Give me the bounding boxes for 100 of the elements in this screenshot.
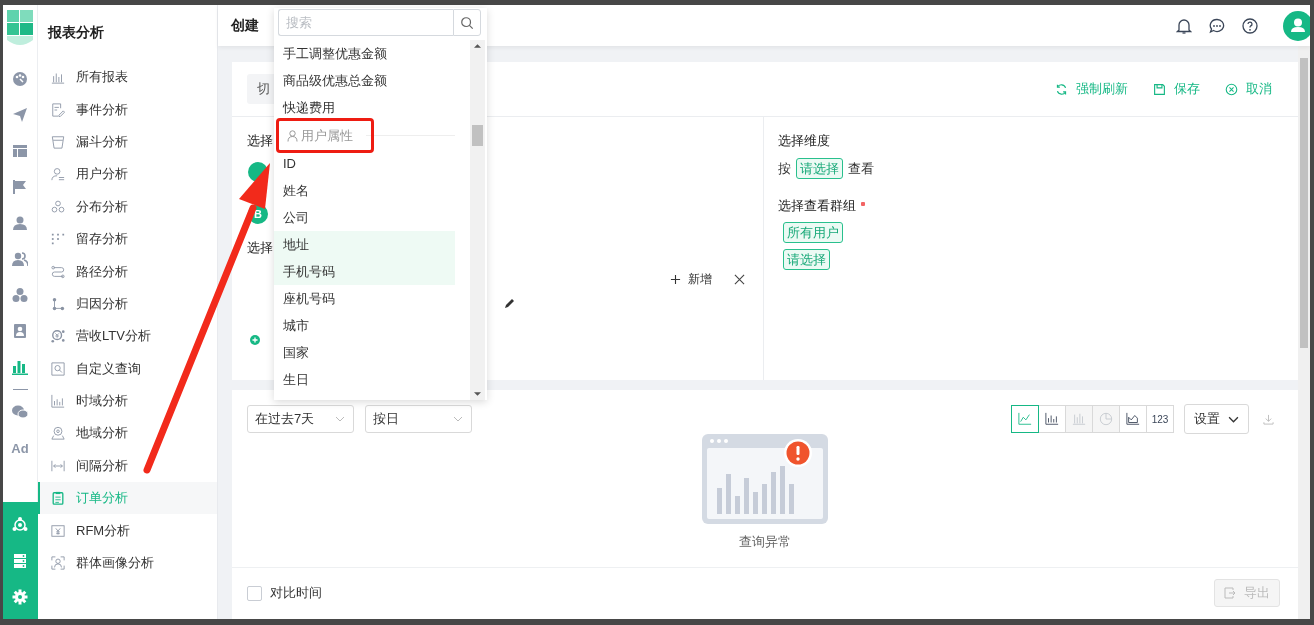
sidebar-item[interactable]: 分布分析 [38, 190, 217, 223]
logo-icon [7, 10, 33, 48]
export-icon [1224, 587, 1236, 599]
sidebar-item[interactable]: 路径分析 [38, 255, 217, 288]
dropdown-option[interactable]: 姓名 [274, 177, 455, 204]
dropdown-option[interactable]: 公司 [274, 204, 455, 231]
select-field[interactable]: 在过去7天 [247, 405, 354, 433]
sidebar-item[interactable]: 用户分析 [38, 158, 217, 191]
dropdown-option[interactable]: 城市 [274, 312, 455, 339]
arrow-up-icon [474, 44, 481, 48]
bell-icon[interactable] [1176, 17, 1192, 34]
dashboard-icon[interactable] [12, 71, 28, 87]
network-icon[interactable] [12, 516, 28, 533]
dropdown-scrollbar[interactable] [470, 40, 485, 400]
chevron-icon [1228, 415, 1239, 423]
interval-icon [51, 458, 65, 473]
search-icon [460, 15, 474, 30]
chat-bubbles-icon[interactable] [12, 404, 28, 420]
bar-chart-icon[interactable] [12, 359, 28, 375]
sidebar-item[interactable]: 事件分析 [38, 93, 217, 126]
search-frame-icon [51, 361, 65, 376]
cancel-icon [1225, 82, 1238, 96]
pie-chart-icon [1099, 412, 1113, 426]
search-button[interactable] [453, 9, 481, 36]
send-icon[interactable] [12, 107, 28, 123]
sidebar-item[interactable]: 间隔分析 [38, 449, 217, 483]
chart-type-button[interactable] [1038, 405, 1066, 433]
checkbox[interactable] [247, 585, 262, 601]
chat-icon[interactable] [1209, 17, 1225, 34]
area-chart-icon [1126, 412, 1140, 426]
user-icon [51, 167, 65, 182]
settings-icon[interactable] [12, 588, 28, 605]
section-title: 选择 [247, 132, 273, 150]
sidebar-item[interactable]: 留存分析 [38, 222, 217, 256]
scrollbar[interactable] [1298, 46, 1310, 619]
line-chart-icon [1018, 412, 1032, 426]
plus-icon [670, 274, 681, 285]
search-field[interactable]: 搜索 [278, 9, 453, 36]
nodes-icon [51, 296, 65, 311]
badge-icon[interactable] [12, 323, 28, 339]
frame-icon [51, 523, 65, 538]
checkbox-label: 对比时间 [270, 584, 322, 602]
path-icon [51, 264, 65, 279]
dropdown-option[interactable]: 手工调整优惠金额 [274, 40, 455, 67]
scrollbar-thumb[interactable] [472, 125, 483, 146]
section-title: 选择查看群组 [778, 197, 856, 215]
close-icon[interactable] [734, 274, 745, 285]
scrollbar-thumb[interactable] [1300, 58, 1308, 348]
add-button[interactable]: 新增 [670, 271, 712, 288]
dimension-label: 查看 [848, 159, 874, 178]
circles-icon [51, 199, 65, 214]
dropdown-option[interactable]: 国家 [274, 339, 455, 366]
circles-icon[interactable] [12, 287, 28, 303]
layout-icon[interactable] [12, 143, 28, 159]
dropdown-option[interactable]: 地址 [274, 231, 455, 258]
dimension-label: 按 [778, 159, 791, 178]
user-icon[interactable] [12, 215, 28, 231]
plus-circle-icon[interactable] [250, 335, 260, 345]
dropdown-option[interactable]: 生日 [274, 366, 455, 393]
dots-grid-icon [51, 232, 65, 247]
sidebar-item[interactable]: 地域分析 [38, 417, 217, 450]
group-header: 用户属性 [301, 126, 353, 145]
dropdown-option[interactable]: ID [274, 150, 455, 177]
chart-type-button[interactable] [1011, 405, 1039, 433]
user-icon [287, 129, 298, 142]
arrow-down-icon [474, 392, 481, 396]
bar-chart-icon [1072, 412, 1086, 426]
clipboard-icon [51, 491, 65, 506]
sidebar-item[interactable]: RFM分析 [38, 514, 217, 547]
bar-chart-icon [51, 394, 65, 409]
download-icon[interactable] [1263, 413, 1274, 425]
flag-icon[interactable] [12, 179, 28, 195]
pencil-icon[interactable] [504, 297, 516, 309]
save-icon [1153, 82, 1166, 96]
sidebar-item[interactable]: 营收LTV分析 [38, 320, 217, 353]
page-title: 创建 [231, 16, 259, 35]
server-icon[interactable] [12, 552, 28, 569]
chart-type-button[interactable]: 123 [1146, 405, 1174, 433]
sidebar-item[interactable]: 自定义查询 [38, 352, 217, 385]
dropdown-option[interactable]: 手机号码 [274, 258, 455, 285]
sidebar-item[interactable]: 时域分析 [38, 384, 217, 418]
sidebar-item[interactable]: 漏斗分析 [38, 125, 217, 159]
funnel-icon [51, 134, 65, 149]
location-icon [51, 426, 65, 441]
help-icon[interactable] [1242, 17, 1258, 34]
users-icon[interactable] [12, 251, 28, 267]
select-field[interactable]: 按日 [365, 405, 472, 433]
settings-button[interactable]: 设置 [1184, 404, 1249, 434]
dropdown-option[interactable]: 座机号码 [274, 285, 455, 312]
chart-type-button[interactable] [1119, 405, 1147, 433]
avatar-icon[interactable] [1283, 10, 1310, 41]
sidebar-item[interactable]: 所有报表 [38, 61, 217, 94]
sidebar-title: 报表分析 [46, 23, 105, 42]
coins-icon [51, 329, 65, 344]
section-title: 选择维度 [778, 132, 830, 150]
section-title: 选择 [247, 239, 273, 257]
sidebar-item[interactable]: 归因分析 [38, 287, 217, 321]
scan-user-icon [51, 556, 65, 571]
bar-chart-icon [1045, 412, 1059, 426]
sidebar-item[interactable]: 群体画像分析 [38, 546, 217, 580]
